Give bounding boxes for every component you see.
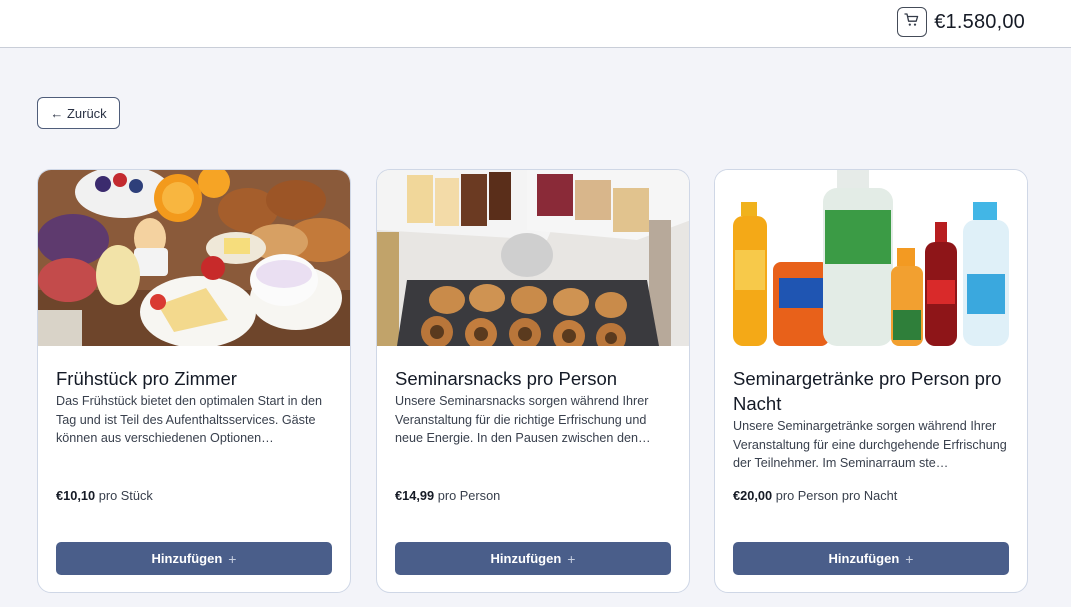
add-button-label: Hinzufügen xyxy=(828,551,900,566)
product-price: €10,10 pro Stück xyxy=(56,488,153,503)
product-description: Unsere Seminarsnacks sorgen während Ihre… xyxy=(395,394,651,445)
shopping-cart-icon xyxy=(904,12,920,33)
product-card-seminar-drinks: Seminargetränke pro Person pro Nacht Uns… xyxy=(714,169,1028,593)
product-card-breakfast: Frühstück pro Zimmer Das Frühstück biete… xyxy=(37,169,351,593)
plus-icon: + xyxy=(567,550,576,567)
plus-icon: + xyxy=(905,550,914,567)
price-unit: pro Person pro Nacht xyxy=(775,488,898,503)
product-description: Das Frühstück bietet den optimalen Start… xyxy=(56,394,323,445)
cart-button[interactable] xyxy=(897,7,928,37)
price-value: €10,10 xyxy=(56,488,96,503)
product-image-snacks xyxy=(377,170,689,346)
cart-total: €1.580,00 xyxy=(934,10,1025,33)
price-unit: pro Person xyxy=(437,488,501,503)
product-card-seminar-snacks: Seminarsnacks pro Person Unsere Seminars… xyxy=(376,169,690,593)
add-button-label: Hinzufügen xyxy=(151,551,223,566)
product-description: Unsere Seminargetränke sorgen während Ih… xyxy=(733,419,1007,470)
product-price: €20,00 pro Person pro Nacht xyxy=(733,488,897,503)
back-button[interactable]: ← Zurück xyxy=(37,97,120,129)
product-title: Frühstück pro Zimmer xyxy=(56,368,237,389)
add-button[interactable]: Hinzufügen + xyxy=(395,542,671,575)
add-button[interactable]: Hinzufügen + xyxy=(733,542,1009,575)
product-image-breakfast xyxy=(38,170,350,346)
price-value: €14,99 xyxy=(395,488,435,503)
product-image-drinks xyxy=(715,170,1027,346)
price-value: €20,00 xyxy=(733,488,773,503)
product-price: €14,99 pro Person xyxy=(395,488,500,503)
plus-icon: + xyxy=(228,550,237,567)
product-title: Seminargetränke pro Person pro Nacht xyxy=(733,368,1002,414)
add-button-label: Hinzufügen xyxy=(490,551,562,566)
price-unit: pro Stück xyxy=(98,488,153,503)
cart-summary[interactable]: €1.580,00 xyxy=(897,7,1025,37)
product-title: Seminarsnacks pro Person xyxy=(395,368,618,389)
top-bar: €1.580,00 xyxy=(0,0,1071,48)
add-button[interactable]: Hinzufügen + xyxy=(56,542,332,575)
